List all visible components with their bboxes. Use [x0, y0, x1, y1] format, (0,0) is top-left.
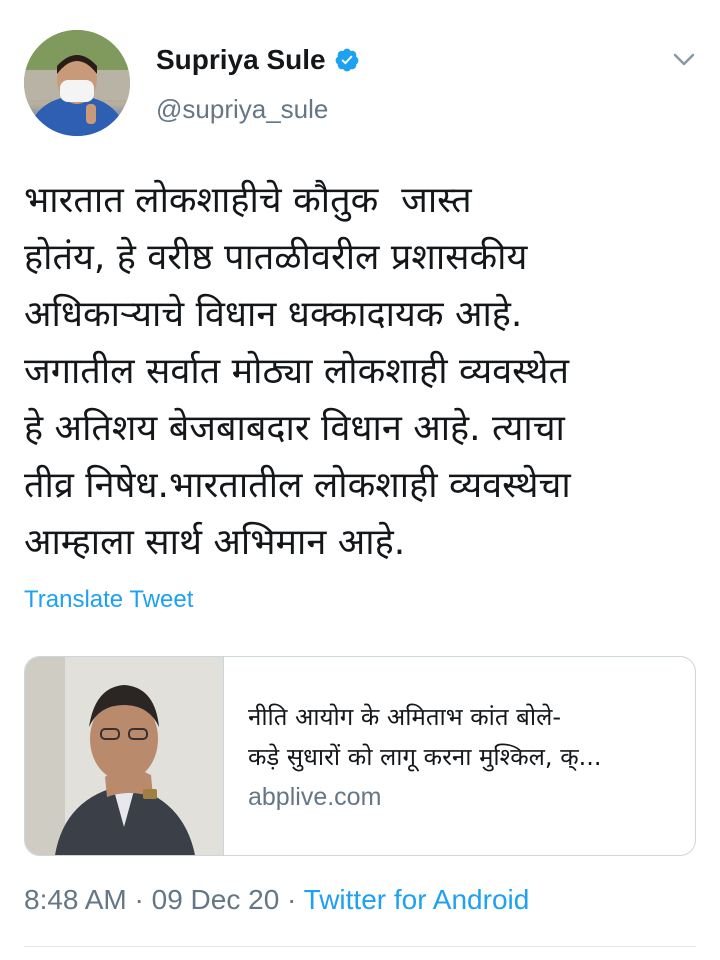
tweet-meta: 8:48 AM · 09 Dec 20 · Twitter for Androi… — [24, 884, 529, 916]
meta-separator: · — [126, 884, 152, 915]
avatar[interactable] — [24, 30, 130, 136]
link-preview-title: कड़े सुधारों को लागू करना मुश्किल, क्... — [248, 743, 602, 771]
link-preview-image — [25, 657, 223, 855]
tweet-source-link[interactable]: Twitter for Android — [304, 884, 530, 915]
tweet-text-line: जगातील सर्वात मोठ्या लोकशाही व्यवस्थेत — [24, 351, 569, 392]
link-preview-body: नीति आयोग के अमिताभ कांत बोले- कड़े सुधा… — [224, 657, 695, 855]
tweet-text-line: तीव्र निषेध.भारतातील लोकशाही व्यवस्थेचा — [24, 465, 571, 506]
author-name-row[interactable]: Supriya Sule — [156, 44, 360, 76]
translate-tweet-link[interactable]: Translate Tweet — [24, 586, 193, 614]
tweet-date[interactable]: 09 Dec 20 — [152, 884, 280, 915]
tweet-text-line: भारतात लोकशाहीचे कौतुक जास्त — [24, 180, 472, 221]
link-preview-title: नीति आयोग के अमिताभ कांत बोले- — [248, 703, 562, 731]
meta-separator: · — [279, 884, 304, 915]
tweet-time[interactable]: 8:48 AM — [24, 884, 127, 915]
tweet-text-line: अधिकाऱ्याचे विधान धक्कादायक आहे. — [24, 294, 523, 335]
author-display-name[interactable]: Supriya Sule — [156, 44, 326, 76]
divider — [24, 946, 696, 947]
avatar-image — [24, 30, 130, 136]
chevron-down-icon[interactable] — [672, 50, 696, 70]
link-preview-thumbnail — [25, 657, 224, 855]
verified-badge-icon — [335, 48, 358, 72]
tweet-text-line: आम्हाला सार्थ अभिमान आहे. — [24, 522, 406, 563]
tweet-text-line: हे अतिशय बेजबाबदार विधान आहे. त्याचा — [24, 408, 565, 449]
tweet-text-line: होतंय, हे वरीष्ठ पातळीवरील प्रशासकीय — [24, 237, 528, 278]
link-preview-domain: abplive.com — [248, 783, 382, 811]
tweet-text: भारतात लोकशाहीचे कौतुक जास्त होतंय, हे व… — [24, 172, 704, 571]
author-handle[interactable]: @supriya_sule — [156, 94, 328, 125]
link-preview-card[interactable]: नीति आयोग के अमिताभ कांत बोले- कड़े सुधा… — [24, 656, 696, 856]
